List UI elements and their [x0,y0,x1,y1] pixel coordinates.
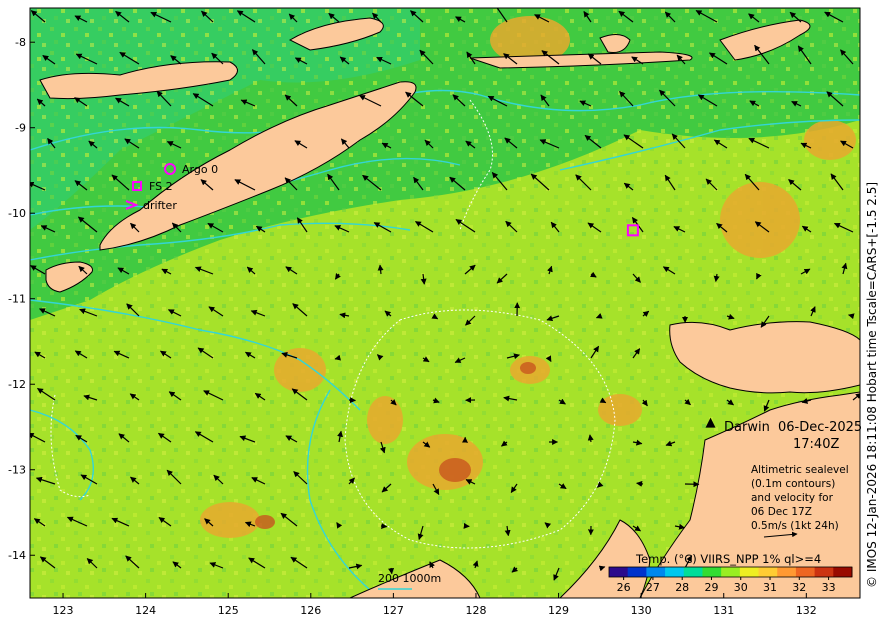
colorbar-swatch [833,567,853,577]
lon-tick-label: 124 [135,604,156,617]
colorbar-tick-label: 28 [675,581,689,594]
colorbar-tick-label: 32 [792,581,806,594]
colorbar-tick-label: 33 [822,581,836,594]
description-line: Altimetric sealevel [751,464,849,476]
lon-tick-label: 129 [548,604,569,617]
velocity-arrow [380,523,388,530]
lat-tick-label: -11 [8,293,26,306]
colorbar-tick-label: 26 [617,581,631,594]
lat-tick-label: -14 [8,549,26,562]
lat-tick-label: -9 [15,122,26,135]
colorbar-tick-label: 27 [646,581,660,594]
colorbar-swatch [683,567,703,577]
side-credit: © IMOS 12-Jan-2026 18:11:08 Hobart time … [865,182,879,588]
lat-tick-label: -13 [8,464,26,477]
colorbar-tick-label: 31 [763,581,777,594]
colorbar-swatch [758,567,778,577]
description-line: and velocity for [751,492,834,504]
colorbar-swatch [795,567,816,577]
lon-tick-label: 125 [218,604,239,617]
time-label: 17:40Z [793,437,839,452]
lon-tick-label: 126 [300,604,321,617]
drifter-legend-label: drifter [143,199,177,212]
description-line: 06 Dec 17Z [751,506,812,518]
lon-tick-label: 130 [631,604,652,617]
lon-tick-label: 127 [383,604,404,617]
colorbar-swatch [777,567,797,577]
colorbar-swatch [665,567,685,577]
colorbar-swatch [646,567,666,577]
lat-tick-label: -12 [8,378,26,391]
description-line: 0.5m/s (1kt 24h) [751,520,839,532]
colorbar-swatches [609,567,853,577]
velocity-arrow [348,397,356,404]
map-area [30,8,860,598]
description-line: (0.1m contours) [751,478,835,490]
date-label: 06-Dec-2025 [778,420,862,435]
colorbar-tick-label: 30 [734,581,748,594]
lon-tick-label: 131 [713,604,734,617]
colorbar-swatch [609,567,629,577]
colorbar-swatch [814,567,834,577]
colorbar-swatch [627,567,647,577]
lon-tick-label: 132 [796,604,817,617]
lat-tick-label: -8 [15,36,26,49]
fs-legend-label: FS 2 [149,180,173,193]
velocity-arrow [636,480,644,487]
sst-map-figure: 123 124 125 126 127 128 129 130 131 132 -8 -9 -10 -1… [8,7,879,617]
argo-legend-label: Argo 0 [182,163,218,176]
colorbar-title: Temp. (°C) VIIRS_NPP 1% ql>=4 [635,552,821,566]
colorbar-tick-label: 29 [704,581,718,594]
lon-tick-label: 128 [465,604,486,617]
city-label: Darwin [724,420,770,435]
depth-scale-label: 200 1000m [378,572,441,585]
lon-tick-label: 123 [53,604,74,617]
lat-tick-label: -10 [8,207,26,220]
colorbar-swatch [721,567,741,577]
colorbar-swatch [739,567,760,577]
colorbar-swatch [702,567,722,577]
